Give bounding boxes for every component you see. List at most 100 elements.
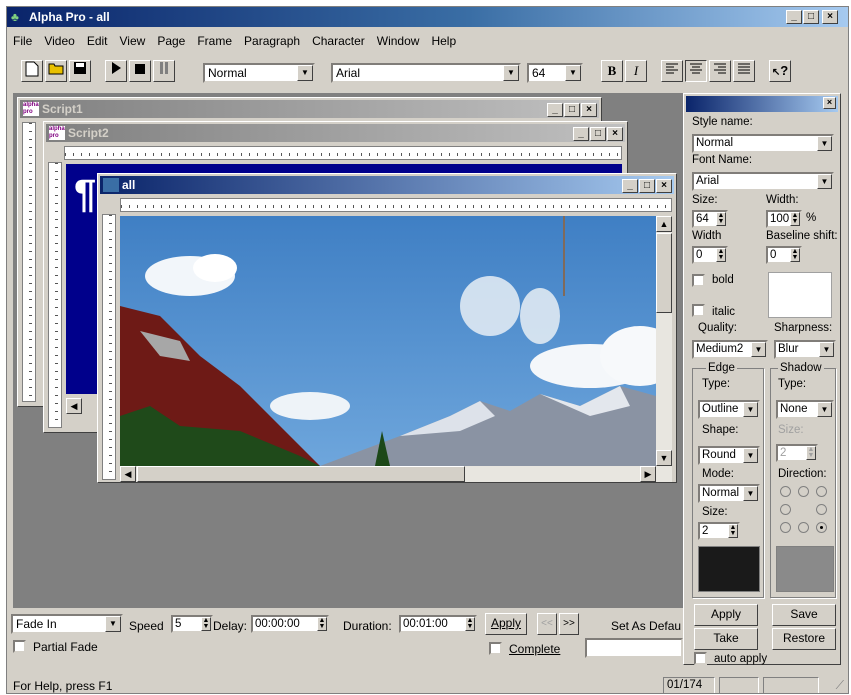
width2-spinner[interactable]: 0 ▲ ▼ (692, 246, 728, 264)
script2-minimize-button[interactable]: _ (573, 127, 589, 141)
resize-grip-icon[interactable]: ⟋ (836, 678, 844, 693)
close-button[interactable]: × (822, 10, 838, 24)
style-name-select[interactable]: Normal ▼ (692, 134, 834, 153)
spin-arrows-icon[interactable]: ▲ ▼ (716, 212, 726, 226)
chevron-down-icon[interactable]: ▼ (105, 616, 121, 632)
spin-arrows-icon[interactable]: ▲ ▼ (716, 248, 726, 262)
chevron-down-icon[interactable]: ▼ (297, 65, 313, 81)
italic-button[interactable]: I (625, 60, 647, 82)
spin-arrows-icon[interactable]: ▲ ▼ (728, 524, 738, 538)
chevron-down-icon[interactable]: ▼ (743, 402, 758, 417)
scroll-left-icon[interactable]: ◀ (120, 466, 136, 482)
save-disk-icon[interactable] (69, 60, 91, 82)
transition-effect-select[interactable]: Fade In ▼ (11, 614, 123, 634)
edge-shape-select[interactable]: Round ▼ (698, 446, 760, 465)
maximize-button[interactable]: □ (803, 10, 819, 24)
script2-close-button[interactable]: × (607, 127, 623, 141)
align-right-icon[interactable] (709, 60, 731, 82)
vertical-scrollbar[interactable]: ▲ ▼ (656, 216, 672, 466)
all-minimize-button[interactable]: _ (622, 179, 638, 193)
menu-character[interactable]: Character (306, 31, 371, 51)
chevron-down-icon[interactable]: ▼ (743, 448, 758, 463)
chevron-down-icon[interactable]: ▼ (503, 65, 519, 81)
style-panel-close-button[interactable]: × (823, 97, 836, 109)
spin-arrows-icon[interactable]: ▲ ▼ (806, 446, 816, 460)
size-spinner[interactable]: 64 ▲ ▼ (692, 210, 728, 228)
script1-minimize-button[interactable]: _ (547, 103, 563, 117)
italic-checkbox[interactable] (692, 304, 705, 317)
edge-size-spinner[interactable]: 2 ▲ ▼ (698, 522, 740, 540)
chevron-down-icon[interactable]: ▼ (817, 136, 832, 151)
direction-radio-sw[interactable] (780, 522, 791, 533)
align-center-icon[interactable] (685, 60, 707, 82)
scroll-up-icon[interactable]: ▲ (656, 216, 672, 232)
chevron-down-icon[interactable]: ▼ (819, 342, 834, 357)
new-file-icon[interactable] (21, 60, 43, 82)
shadow-color-swatch[interactable] (776, 546, 834, 592)
shadow-type-select[interactable]: None ▼ (776, 400, 834, 419)
edge-type-select[interactable]: Outline ▼ (698, 400, 760, 419)
open-folder-icon[interactable] (45, 60, 67, 82)
direction-radio-w[interactable] (780, 504, 791, 515)
spin-arrows-icon[interactable]: ▲ ▼ (790, 248, 800, 262)
width-spinner[interactable]: 100 ▲ ▼ (766, 210, 802, 228)
scroll-down-icon[interactable]: ▼ (656, 450, 672, 466)
direction-radio-n[interactable] (798, 486, 809, 497)
direction-radio-s[interactable] (798, 522, 809, 533)
previous-button[interactable]: << (537, 613, 557, 635)
quality-select[interactable]: Medium2 ▼ (692, 340, 768, 359)
spin-arrows-icon[interactable]: ▲ ▼ (201, 617, 211, 631)
font-name-select[interactable]: Arial ▼ (692, 172, 834, 191)
all-maximize-button[interactable]: □ (639, 179, 655, 193)
set-as-default-button[interactable]: Set As Defau (611, 619, 681, 633)
partial-fade-checkbox[interactable] (13, 640, 26, 653)
baseline-shift-spinner[interactable]: 0 ▲ ▼ (766, 246, 802, 264)
transition-text-field[interactable] (585, 638, 683, 658)
next-button[interactable]: >> (559, 613, 579, 635)
auto-apply-checkbox[interactable] (694, 652, 707, 665)
panel-restore-button[interactable]: Restore (772, 628, 836, 650)
script1-maximize-button[interactable]: □ (564, 103, 580, 117)
sharpness-select[interactable]: Blur ▼ (774, 340, 836, 359)
chevron-down-icon[interactable]: ▼ (751, 342, 766, 357)
direction-radio-e[interactable] (816, 504, 827, 515)
direction-radio-nw[interactable] (780, 486, 791, 497)
menu-help[interactable]: Help (425, 31, 462, 51)
play-icon[interactable] (105, 60, 127, 82)
chevron-down-icon[interactable]: ▼ (743, 486, 758, 501)
duration-spinner[interactable]: 00:01:00 ▲ ▼ (399, 615, 477, 633)
chevron-down-icon[interactable]: ▼ (817, 402, 832, 417)
script1-titlebar[interactable]: alpha pro Script1 _ □ × (20, 100, 599, 118)
panel-apply-button[interactable]: Apply (694, 604, 758, 626)
align-left-icon[interactable] (661, 60, 683, 82)
menu-page[interactable]: Page (151, 31, 191, 51)
all-titlebar[interactable]: all _ □ × (100, 176, 674, 194)
horizontal-scroll-thumb[interactable] (137, 466, 465, 482)
scroll-left-icon[interactable]: ◀ (66, 398, 82, 414)
chevron-down-icon[interactable]: ▼ (817, 174, 832, 189)
menu-frame[interactable]: Frame (191, 31, 238, 51)
style-panel-titlebar[interactable]: × (686, 96, 838, 112)
speed-spinner[interactable]: 5 ▲ ▼ (171, 615, 213, 633)
panel-take-button[interactable]: Take (694, 628, 758, 650)
font-select[interactable]: Arial ▼ (331, 63, 521, 83)
delay-spinner[interactable]: 00:00:00 ▲ ▼ (251, 615, 329, 633)
transition-apply-button[interactable]: Apply (485, 613, 527, 635)
menu-video[interactable]: Video (38, 31, 80, 51)
vertical-scroll-thumb[interactable] (656, 233, 672, 313)
bold-checkbox[interactable] (692, 274, 705, 287)
app-titlebar[interactable]: ♣ Alpha Pro - all _ □ × (7, 7, 848, 27)
horizontal-scrollbar[interactable]: ◀ ▶ (120, 466, 672, 482)
complete-checkbox[interactable] (489, 642, 502, 655)
align-justify-icon[interactable] (733, 60, 755, 82)
spin-arrows-icon[interactable]: ▲ ▼ (790, 212, 800, 226)
direction-radio-se[interactable] (816, 522, 827, 533)
menu-file[interactable]: File (7, 31, 38, 51)
script2-titlebar[interactable]: alpha pro Script2 _ □ × (46, 124, 625, 142)
menu-view[interactable]: View (114, 31, 152, 51)
panel-save-button[interactable]: Save (772, 604, 836, 626)
menu-edit[interactable]: Edit (81, 31, 114, 51)
all-close-button[interactable]: × (656, 179, 672, 193)
minimize-button[interactable]: _ (786, 10, 802, 24)
edge-mode-select[interactable]: Normal ▼ (698, 484, 760, 503)
